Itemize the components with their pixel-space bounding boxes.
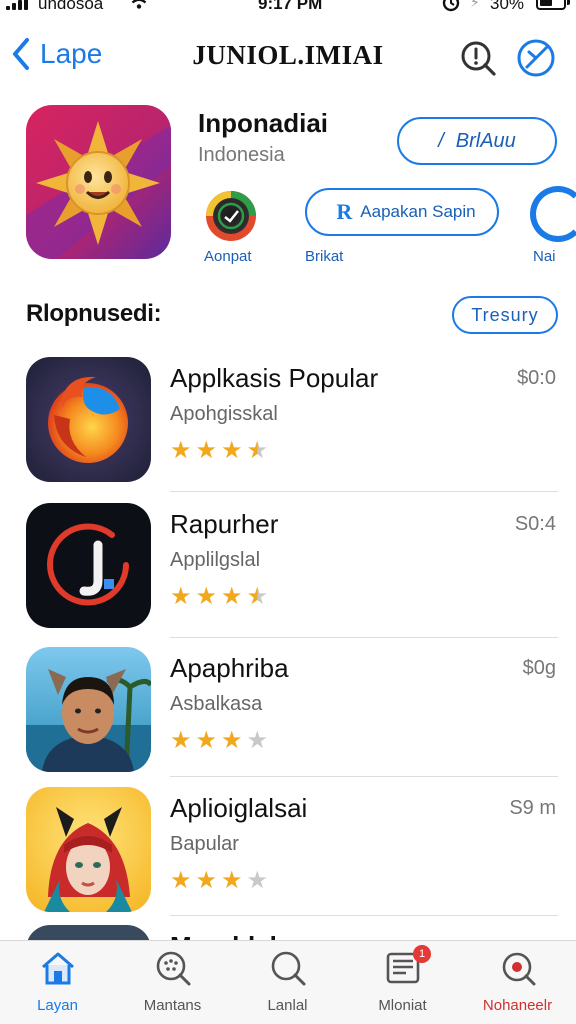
star-icon: ★ bbox=[221, 867, 243, 894]
tab-label: Mantans bbox=[143, 997, 202, 1014]
carrier-name: undosoa bbox=[38, 0, 104, 13]
star-icon: ★ bbox=[195, 437, 218, 464]
search-info-icon[interactable] bbox=[458, 38, 498, 78]
charging-icon: ⚡ bbox=[470, 0, 480, 10]
app-price[interactable]: $0g bbox=[523, 657, 556, 680]
divider bbox=[170, 776, 558, 777]
star-icon: ★ bbox=[170, 437, 192, 464]
pencil-icon: / bbox=[438, 129, 444, 152]
notification-badge: 1 bbox=[413, 945, 431, 963]
tab-lanlal[interactable]: Lanlal bbox=[230, 949, 345, 1014]
star-icon: ★ bbox=[170, 583, 192, 610]
app-icon bbox=[26, 357, 151, 482]
star-empty-icon: ★ bbox=[246, 727, 269, 754]
tab-layan[interactable]: Layan bbox=[0, 949, 115, 1014]
tab-bar: Layan Mantans Lanlal 1 Mloniat Nohaneelr bbox=[0, 940, 576, 1024]
star-icon: ★ bbox=[195, 583, 218, 610]
compass-icon[interactable] bbox=[516, 38, 556, 78]
divider bbox=[170, 491, 558, 492]
home-icon bbox=[41, 952, 74, 985]
app-price[interactable]: S9 m bbox=[509, 797, 556, 820]
section-title: Rlopnusedi: bbox=[26, 300, 162, 327]
tab-label: Mloniat bbox=[378, 997, 427, 1014]
app-price[interactable]: $0:0 bbox=[517, 367, 556, 390]
chip-label-aonpat: Aonpat bbox=[204, 248, 252, 265]
star-icon: ★ bbox=[170, 867, 192, 894]
app-title: Apaphriba bbox=[170, 653, 289, 683]
star-icon: ★ bbox=[195, 727, 218, 754]
app-icon bbox=[26, 787, 151, 912]
featured-app-icon[interactable] bbox=[26, 105, 171, 259]
app-title: Rapurher bbox=[170, 509, 279, 539]
star-icon: ★ bbox=[221, 437, 243, 464]
app-subtitle: Applilgslal bbox=[170, 549, 261, 571]
list-item[interactable]: Applkasis Popular Apohgisskal $0:0 ★ ★ ★ ★ bbox=[0, 357, 576, 495]
app-title: Aplioiglalsai bbox=[170, 793, 308, 823]
alarm-icon bbox=[442, 0, 460, 12]
list-item[interactable]: Apaphriba Asbalkasa $0g ★ ★ ★ ★ bbox=[0, 647, 576, 785]
chip-label-nai: Nai bbox=[533, 248, 556, 265]
tab-mloniat[interactable]: 1 Mloniat bbox=[345, 945, 460, 1014]
rating-stars: ★ ★ ★ ★ bbox=[170, 439, 268, 463]
rating-stars: ★ ★ ★ ★ bbox=[170, 729, 268, 753]
list-item[interactable]: Aplioiglalsai Bapular S9 m ★ ★ ★ ★ bbox=[0, 787, 576, 925]
chip-icon-aonpat[interactable] bbox=[205, 190, 257, 242]
divider bbox=[170, 637, 558, 638]
target-icon bbox=[502, 952, 535, 986]
rating-stars: ★ ★ ★ ★ bbox=[170, 585, 268, 609]
tab-nohaneelr[interactable]: Nohaneelr bbox=[460, 949, 575, 1014]
battery-icon bbox=[536, 0, 570, 10]
app-icon bbox=[26, 503, 151, 628]
see-all-button[interactable]: Tresury bbox=[452, 296, 558, 334]
star-half-icon: ★ bbox=[246, 583, 269, 610]
app-logo-icon: R bbox=[336, 199, 353, 224]
chip-label-brikat: Brikat bbox=[305, 248, 344, 265]
wifi-icon bbox=[131, 0, 147, 9]
tab-label: Nohaneelr bbox=[482, 997, 553, 1014]
star-icon: ★ bbox=[221, 727, 243, 754]
clock: 9:17 PM bbox=[258, 0, 323, 13]
list-item[interactable]: Rapurher Applilgslal S0:4 ★ ★ ★ ★ bbox=[0, 503, 576, 641]
app-price[interactable]: S0:4 bbox=[515, 513, 556, 536]
star-half-icon: ★ bbox=[246, 437, 269, 464]
discover-icon bbox=[156, 951, 190, 986]
app-subtitle: Bapular bbox=[170, 833, 239, 855]
tab-mantans[interactable]: Mantans bbox=[115, 949, 230, 1014]
battery-percent: 30% bbox=[490, 0, 525, 13]
featured-action-label: BrlAuu bbox=[455, 129, 516, 152]
star-empty-icon: ★ bbox=[246, 867, 269, 894]
divider bbox=[170, 915, 558, 916]
list-item[interactable]: Marghlal bbox=[0, 925, 576, 940]
app-icon bbox=[26, 925, 151, 940]
app-title: Marghlal bbox=[170, 931, 277, 940]
status-bar: undosoa 9:17 PM ⚡ 30% bbox=[0, 0, 576, 22]
tab-label: Layan bbox=[37, 997, 78, 1014]
star-icon: ★ bbox=[221, 583, 243, 610]
chip-pill-label: Aapakan Sapin bbox=[360, 202, 476, 221]
app-icon bbox=[26, 647, 151, 772]
chip-brikat-button[interactable]: R Aapakan Sapin bbox=[305, 188, 499, 236]
tab-label: Lanlal bbox=[267, 997, 308, 1014]
featured-action-button[interactable]: / BrlAuu bbox=[397, 117, 557, 165]
featured-app-subtitle: Indonesia bbox=[198, 144, 285, 166]
nav-bar: Lape JUNIOL.IMIAI bbox=[0, 30, 576, 86]
signal-icon bbox=[6, 0, 32, 12]
chip-icon-nai[interactable] bbox=[530, 186, 576, 242]
app-title: Applkasis Popular bbox=[170, 363, 379, 393]
star-icon: ★ bbox=[170, 727, 192, 754]
featured-app-name: Inponadiai bbox=[198, 108, 328, 138]
rating-stars: ★ ★ ★ ★ bbox=[170, 869, 268, 893]
app-subtitle: Asbalkasa bbox=[170, 693, 263, 715]
app-subtitle: Apohgisskal bbox=[170, 403, 278, 425]
star-icon: ★ bbox=[195, 867, 218, 894]
search-icon bbox=[271, 951, 305, 986]
